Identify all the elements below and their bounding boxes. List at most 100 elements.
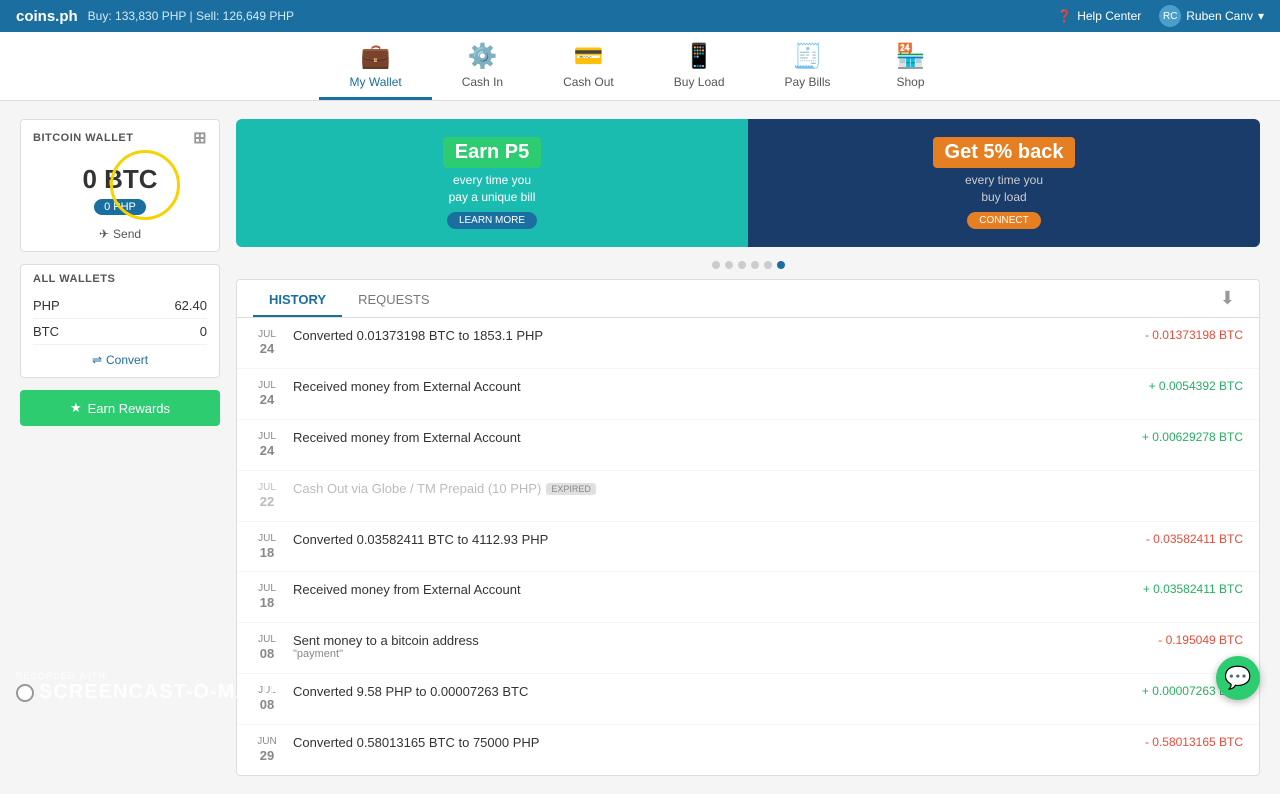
history-desc-text: Received money from External Account [293,379,521,394]
banner-carousel: Earn P5 every time youpay a unique bill … [236,119,1260,247]
left-panel: BITCOIN WALLET ⊞ 0 BTC 0 PHP ✈ Send ALL … [20,119,220,776]
dot-6[interactable] [777,261,785,269]
pay-bills-icon: 🧾 [793,42,823,71]
download-icon[interactable]: ⬇ [1212,280,1243,317]
history-list: JUL 24 Converted 0.01373198 BTC to 1853.… [237,318,1259,775]
history-row[interactable]: JUN 29 Converted 0.58013165 BTC to 75000… [237,725,1259,775]
history-row[interactable]: JUL 08 Sent money to a bitcoin address "… [237,623,1259,674]
history-amount: - 0.195049 BTC [1158,633,1243,647]
buy-load-icon: 📱 [684,42,714,71]
wallet-icon: 💼 [361,42,391,71]
history-amount: - 0.58013165 BTC [1145,735,1243,749]
history-date: JUL 22 [253,481,281,511]
chevron-down-icon: ▾ [1258,9,1264,23]
main-content: BITCOIN WALLET ⊞ 0 BTC 0 PHP ✈ Send ALL … [0,101,1280,794]
banner-earn-title: Earn P5 [443,137,541,168]
nav-shop[interactable]: 🏪 Shop [861,32,961,100]
history-description: Cash Out via Globe / TM Prepaid (10 PHP)… [293,481,1243,496]
history-date: JUL 08 [253,633,281,663]
history-description: Received money from External Account [293,430,1130,445]
history-row[interactable]: JUL 24 Received money from External Acco… [237,420,1259,471]
dot-4[interactable] [751,261,759,269]
help-icon: ❓ [1057,9,1072,23]
history-date: JUL 24 [253,430,281,460]
history-date: JUL 24 [253,328,281,358]
history-row[interactable]: JUL 22 Cash Out via Globe / TM Prepaid (… [237,471,1259,522]
history-date: JUL 18 [253,582,281,612]
history-date: JUL 08 [253,684,281,714]
history-row[interactable]: JUL 18 Converted 0.03582411 BTC to 4112.… [237,522,1259,573]
banner-connect-button[interactable]: CONNECT [967,212,1040,229]
history-row-sub: "payment" [293,648,1146,660]
price-info: Buy: 133,830 PHP | Sell: 126,649 PHP [88,9,294,23]
banner-earn-subtitle: every time youpay a unique bill [449,172,536,206]
help-center-link[interactable]: ❓ Help Center [1057,9,1141,23]
history-desc-text: Received money from External Account [293,430,521,445]
dot-1[interactable] [712,261,720,269]
tab-history[interactable]: HISTORY [253,282,342,317]
history-description: Converted 9.58 PHP to 0.00007263 BTC [293,684,1130,699]
main-nav: 💼 My Wallet ⚙️ Cash In 💳 Cash Out 📱 Buy … [0,32,1280,101]
history-desc-text: Converted 9.58 PHP to 0.00007263 BTC [293,684,528,699]
history-description: Sent money to a bitcoin address "payment… [293,633,1146,660]
nav-buy-load[interactable]: 📱 Buy Load [644,32,755,100]
send-icon: ✈ [99,227,109,241]
history-row[interactable]: JUL 18 Received money from External Acco… [237,572,1259,623]
bitcoin-wallet-title: BITCOIN WALLET [33,132,134,144]
history-desc-text: Cash Out via Globe / TM Prepaid (10 PHP) [293,481,541,496]
carousel-dots [236,261,1260,269]
wallet-row-btc[interactable]: BTC 0 [33,319,207,345]
history-description: Converted 0.03582411 BTC to 4112.93 PHP [293,532,1134,547]
expired-badge: EXPIRED [546,483,596,495]
nav-buy-load-label: Buy Load [674,75,725,89]
history-desc-text: Converted 0.58013165 BTC to 75000 PHP [293,735,539,750]
shop-icon: 🏪 [896,42,926,71]
nav-my-wallet[interactable]: 💼 My Wallet [319,32,431,100]
dot-2[interactable] [725,261,733,269]
history-row[interactable]: JUL 24 Converted 0.01373198 BTC to 1853.… [237,318,1259,369]
history-date: JUL 24 [253,379,281,409]
bitcoin-wallet-card: BITCOIN WALLET ⊞ 0 BTC 0 PHP ✈ Send [20,119,220,252]
user-menu[interactable]: RC Ruben Canv ▾ [1159,5,1264,27]
nav-pay-bills[interactable]: 🧾 Pay Bills [755,32,861,100]
cash-out-icon: 💳 [573,42,603,71]
star-icon: ★ [70,400,82,416]
chat-button[interactable]: 💬 [1216,656,1260,700]
history-row[interactable]: JUL 24 Received money from External Acco… [237,369,1259,420]
nav-cash-in[interactable]: ⚙️ Cash In [432,32,533,100]
history-description: Received money from External Account [293,379,1137,394]
nav-cash-out[interactable]: 💳 Cash Out [533,32,644,100]
convert-label: Convert [106,353,148,367]
tab-requests[interactable]: REQUESTS [342,282,446,317]
topbar: coins.ph Buy: 133,830 PHP | Sell: 126,64… [0,0,1280,32]
banner-learn-button[interactable]: LEARN MORE [447,212,537,229]
send-button[interactable]: ✈ Send [21,227,219,241]
banner-earn[interactable]: Earn P5 every time youpay a unique bill … [236,119,748,247]
dot-3[interactable] [738,261,746,269]
brand-logo[interactable]: coins.ph [16,8,78,25]
nav-my-wallet-label: My Wallet [349,75,401,89]
php-currency-label: PHP [33,298,60,313]
avatar: RC [1159,5,1181,27]
history-desc-text: Sent money to a bitcoin address [293,633,479,648]
banner-get-title: Get 5% back [933,137,1076,168]
grid-icon[interactable]: ⊞ [193,128,207,148]
send-label: Send [113,227,141,241]
history-panel: HISTORY REQUESTS ⬇ JUL 24 Converted 0.01… [236,279,1260,776]
earn-rewards-label: Earn Rewards [88,401,170,416]
all-wallets-card: ALL WALLETS PHP 62.40 BTC 0 ⇌ Convert [20,264,220,378]
cash-in-icon: ⚙️ [467,42,497,71]
history-row[interactable]: JUL 08 Converted 9.58 PHP to 0.00007263 … [237,674,1259,725]
php-badge[interactable]: 0 PHP [94,199,146,215]
chat-icon: 💬 [1224,665,1251,691]
earn-rewards-button[interactable]: ★ Earn Rewards [20,390,220,426]
history-desc-text: Converted 0.01373198 BTC to 1853.1 PHP [293,328,543,343]
dot-5[interactable] [764,261,772,269]
username: Ruben Canv [1186,9,1253,23]
history-tabs: HISTORY REQUESTS ⬇ [237,280,1259,318]
wallet-row-php[interactable]: PHP 62.40 [33,293,207,319]
banner-get-subtitle: every time youbuy load [965,172,1043,206]
banner-get[interactable]: Get 5% back every time youbuy load CONNE… [748,119,1260,247]
nav-cash-in-label: Cash In [462,75,503,89]
convert-button[interactable]: ⇌ Convert [92,353,148,367]
